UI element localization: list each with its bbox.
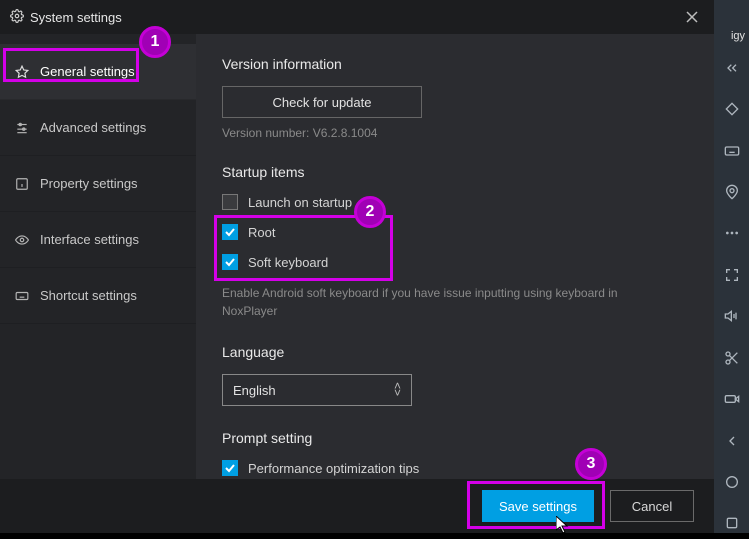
sidebar-item-interface[interactable]: Interface settings (0, 212, 196, 268)
sidebar-item-shortcut[interactable]: Shortcut settings (0, 268, 196, 324)
right-tool-rail: igy (714, 0, 749, 533)
sidebar: General settings Advanced settings Prope… (0, 0, 196, 533)
prompt-setting-title: Prompt setting (222, 430, 688, 446)
language-select[interactable]: English ˄˅ (222, 374, 412, 406)
info-icon (14, 176, 30, 192)
keyboard-icon[interactable] (722, 141, 742, 160)
chevron-updown-icon: ˄˅ (394, 383, 401, 397)
volume-icon[interactable] (722, 307, 742, 326)
language-title: Language (222, 344, 688, 360)
star-icon (14, 64, 30, 80)
diamond-icon[interactable] (722, 99, 742, 118)
startup-items-title: Startup items (222, 164, 688, 180)
location-icon[interactable] (722, 182, 742, 201)
eye-icon (14, 232, 30, 248)
sliders-icon (14, 120, 30, 136)
sidebar-item-property[interactable]: Property settings (0, 156, 196, 212)
soft-keyboard-checkbox[interactable] (222, 254, 238, 270)
window-title: System settings (30, 10, 122, 25)
perf-tips-checkbox[interactable] (222, 460, 238, 476)
root-label: Root (248, 225, 275, 240)
scissors-icon[interactable] (722, 348, 742, 367)
check-update-button[interactable]: Check for update (222, 86, 422, 118)
titlebar: System settings (0, 0, 714, 34)
version-number-text: Version number: V6.2.8.1004 (222, 126, 688, 140)
keyboard-icon (14, 288, 30, 304)
soft-keyboard-hint: Enable Android soft keyboard if you have… (222, 284, 672, 320)
perf-tips-label: Performance optimization tips (248, 461, 419, 476)
sidebar-item-label: General settings (40, 64, 135, 79)
sidebar-item-label: Interface settings (40, 232, 139, 247)
home-icon[interactable] (722, 472, 742, 491)
sidebar-item-general[interactable]: General settings (0, 44, 196, 100)
cancel-button[interactable]: Cancel (610, 490, 694, 522)
launch-on-startup-label: Launch on startup (248, 195, 352, 210)
sidebar-item-label: Shortcut settings (40, 288, 137, 303)
close-button[interactable] (680, 5, 704, 29)
sidebar-item-label: Property settings (40, 176, 138, 191)
launch-on-startup-checkbox[interactable] (222, 194, 238, 210)
version-info-title: Version information (222, 56, 688, 72)
save-settings-button[interactable]: Save settings (482, 490, 594, 522)
content-area: Version information Check for update Ver… (196, 0, 714, 533)
sidebar-item-label: Advanced settings (40, 120, 146, 135)
recent-icon[interactable] (722, 514, 742, 533)
camera-icon[interactable] (722, 389, 742, 408)
gear-icon (10, 9, 24, 26)
soft-keyboard-label: Soft keyboard (248, 255, 328, 270)
rail-tag: igy (731, 30, 745, 42)
back-icon[interactable] (722, 431, 742, 450)
footer-bar: Save settings Cancel (0, 479, 714, 533)
chevron-left-double-icon[interactable] (722, 58, 742, 77)
dots-icon[interactable] (722, 224, 742, 243)
language-selected-value: English (233, 383, 276, 398)
root-checkbox[interactable] (222, 224, 238, 240)
sidebar-item-advanced[interactable]: Advanced settings (0, 100, 196, 156)
fullscreen-icon[interactable] (722, 265, 742, 284)
